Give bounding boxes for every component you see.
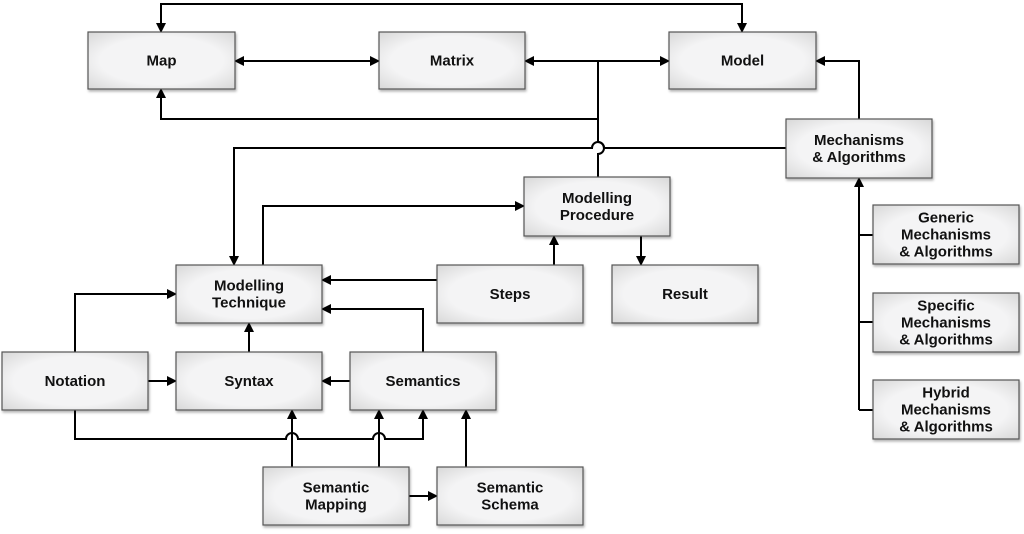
node-schema: SemanticSchema <box>436 466 584 526</box>
node-label: Generic <box>918 210 974 227</box>
connector-mechanisms-model <box>815 56 860 119</box>
node-label: & Algorithms <box>899 332 993 349</box>
node-hybrid: HybridMechanisms& Algorithms <box>872 379 1020 440</box>
node-semantics: Semantics <box>349 351 497 411</box>
node-generic: GenericMechanisms& Algorithms <box>872 204 1020 265</box>
node-label: Steps <box>490 286 531 303</box>
connector-notation-technique <box>74 289 177 352</box>
node-label: Schema <box>481 497 539 514</box>
node-mapping: SemanticMapping <box>262 466 410 526</box>
node-label: & Algorithms <box>899 244 993 261</box>
connector-semantics-technique <box>321 304 424 352</box>
node-model: Model <box>668 31 817 90</box>
node-syntax: Syntax <box>175 351 323 411</box>
node-label: Mechanisms <box>814 132 904 149</box>
node-mechanisms: Mechanisms& Algorithms <box>785 118 933 179</box>
connector-mechanisms-technique <box>229 141 786 266</box>
node-label: Map <box>147 53 177 70</box>
node-label: Mechanisms <box>901 227 991 244</box>
node-matrix: Matrix <box>378 31 526 90</box>
node-label: Semantic <box>477 480 544 497</box>
node-procedure: ModellingProcedure <box>523 176 671 237</box>
node-label: Model <box>721 53 764 70</box>
node-label: & Algorithms <box>812 149 906 166</box>
node-label: Modelling <box>214 278 284 295</box>
connector-notation-semantics <box>74 409 428 440</box>
node-label: Notation <box>45 373 106 390</box>
node-label: Mechanisms <box>901 402 991 419</box>
node-label: Semantic <box>303 480 370 497</box>
node-result: Result <box>611 264 759 324</box>
node-label: Specific <box>917 298 975 315</box>
node-label: Modelling <box>562 190 632 207</box>
node-label: Mapping <box>305 497 367 514</box>
connector-matrix-procedure <box>597 61 605 177</box>
node-label: Procedure <box>560 207 634 224</box>
node-label: Matrix <box>430 53 475 70</box>
node-steps: Steps <box>436 264 584 324</box>
node-label: Technique <box>212 295 286 312</box>
node-label: Syntax <box>224 373 274 390</box>
node-label: Semantics <box>385 373 460 390</box>
diagram: Map Matrix ModelMechanisms& AlgorithmsMode… <box>1 3 1020 526</box>
node-label: Result <box>662 286 708 303</box>
node-label: Hybrid <box>922 385 970 402</box>
connector-technique-procedure <box>262 201 525 265</box>
connector-to-map <box>156 88 598 120</box>
node-technique: ModellingTechnique <box>175 264 323 324</box>
node-specific: SpecificMechanisms& Algorithms <box>872 292 1020 353</box>
node-map: Map <box>87 31 236 90</box>
connector-top-link <box>156 3 747 33</box>
node-notation: Notation <box>1 351 149 411</box>
node-label: & Algorithms <box>899 419 993 436</box>
node-label: Mechanisms <box>901 315 991 332</box>
